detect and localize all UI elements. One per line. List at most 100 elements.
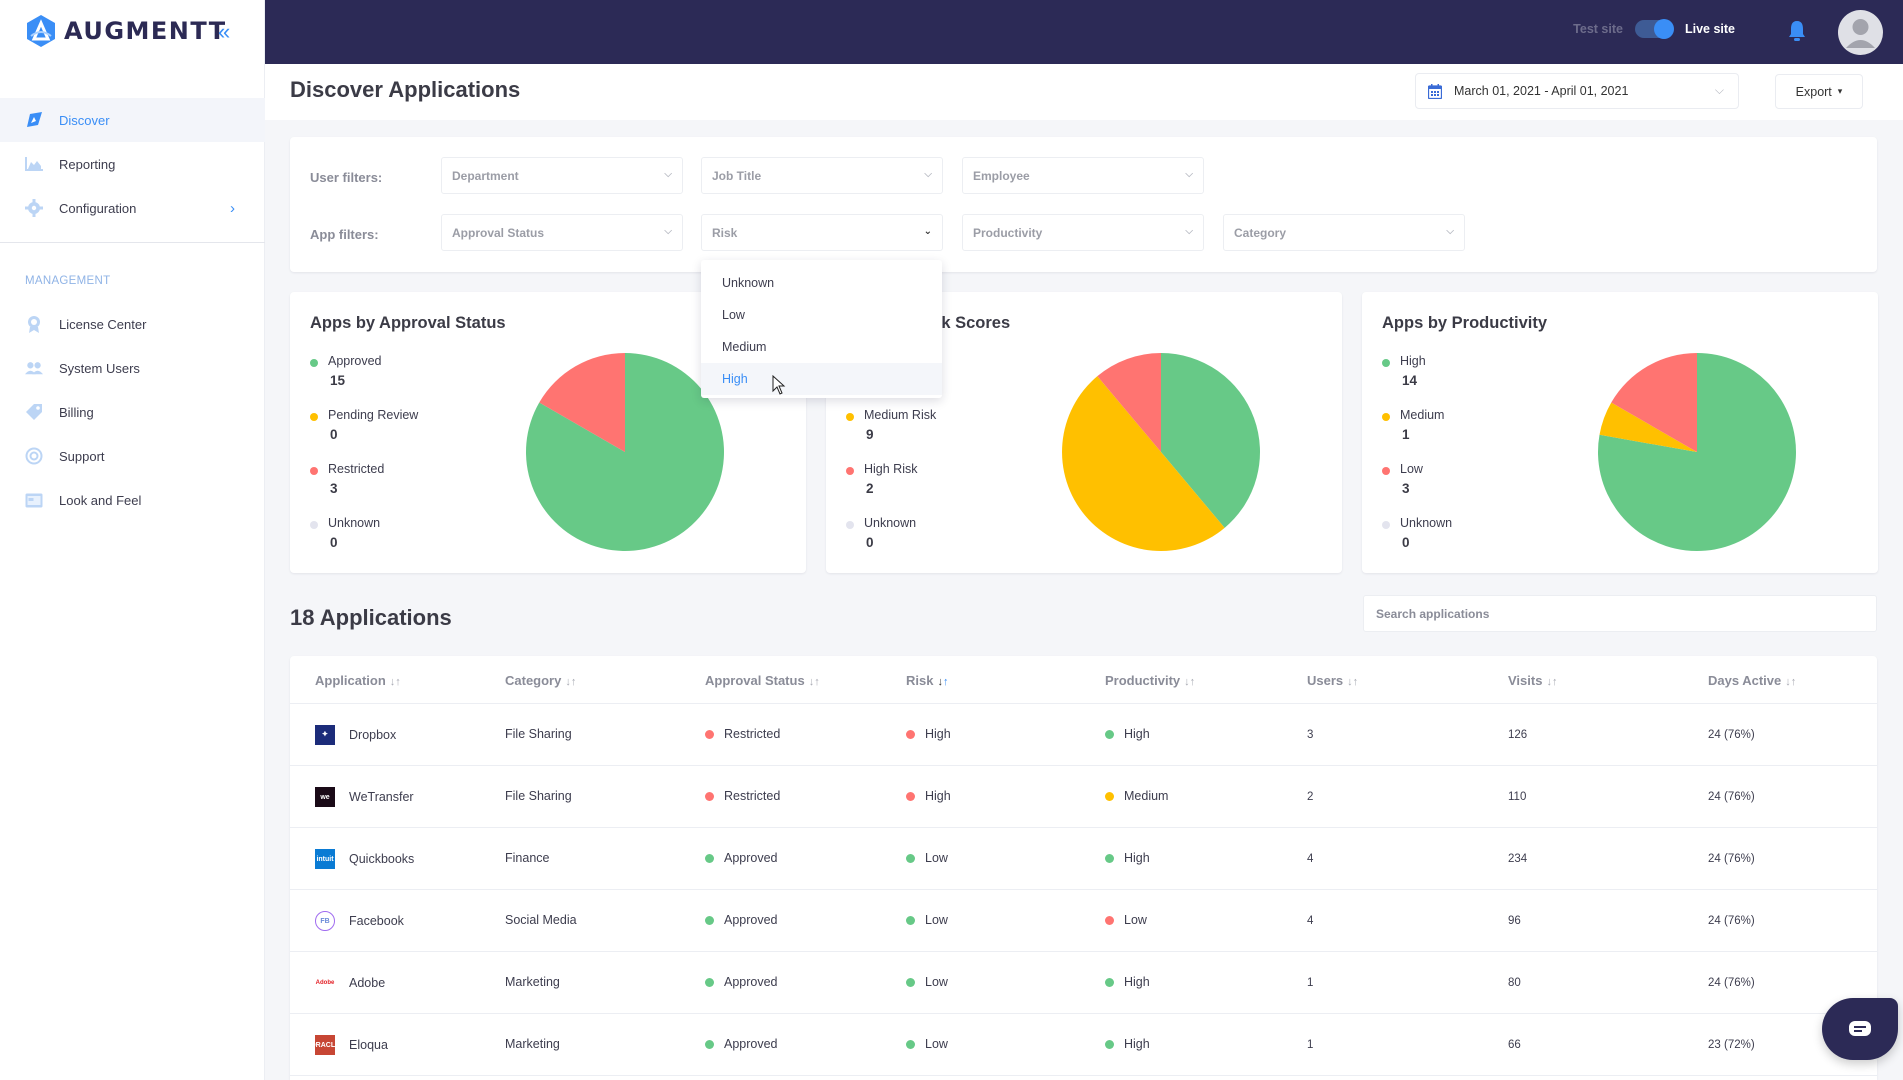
productivity-card: Apps by Productivity High 14 Medium 1 Low 3 Unk… xyxy=(1362,292,1878,573)
productivity-filter[interactable]: Productivity ⌵ xyxy=(962,214,1204,251)
app-name: Eloqua xyxy=(349,1038,388,1052)
sort-asc-icon[interactable]: ↑ xyxy=(814,676,820,688)
chevron-down-icon: ⌵ xyxy=(664,226,672,237)
table-row[interactable]: we WeTransfer File Sharing Restricted High Me… xyxy=(290,766,1877,828)
sidebar-item-system-users[interactable]: System Users xyxy=(0,346,265,390)
sidebar-item-license-center[interactable]: License Center xyxy=(0,302,265,346)
search-applications-input[interactable] xyxy=(1363,595,1877,632)
sidebar-item-label: Reporting xyxy=(59,156,116,172)
table-row[interactable]: ORACLE Eloqua Marketing Approved Low High 1 66 2… xyxy=(290,1014,1877,1076)
pie-chart xyxy=(1598,353,1796,551)
sort-asc-icon[interactable]: ↑ xyxy=(1190,676,1196,688)
sort-arrows-icon[interactable]: ↓↑ xyxy=(1184,676,1195,688)
sidebar-item-reporting[interactable]: Reporting xyxy=(0,142,265,186)
column-header-days-active[interactable]: Days Active ↓↑ xyxy=(1708,673,1796,688)
sort-asc-icon[interactable]: ↑ xyxy=(1791,676,1797,688)
approval-status-dot xyxy=(705,791,714,801)
sort-asc-icon[interactable]: ↑ xyxy=(1552,676,1558,688)
app-name: Quickbooks xyxy=(349,852,415,866)
column-header-productivity[interactable]: Productivity ↓↑ xyxy=(1105,673,1195,688)
sidebar-item-discover[interactable]: Discover xyxy=(0,98,265,142)
table-row[interactable]: FB Facebook Social Media Approved Low Low 4 96 2… xyxy=(290,890,1877,952)
risk-option-unknown[interactable]: Unknown xyxy=(701,267,942,299)
chat-button[interactable] xyxy=(1822,998,1898,1060)
chevron-down-icon: ⌄ xyxy=(923,226,932,237)
cell-risk: Low xyxy=(906,851,948,865)
column-header-approval-status[interactable]: Approval Status ↓↑ xyxy=(705,673,820,688)
brand-logo[interactable]: AUGMENTT xyxy=(24,14,227,48)
export-button[interactable]: Export ▾ xyxy=(1775,74,1863,109)
column-header-risk[interactable]: Risk ↓↑ xyxy=(906,673,948,688)
date-range-picker[interactable]: March 01, 2021 - April 01, 2021 ⌵ xyxy=(1415,73,1739,109)
sort-asc-icon[interactable]: ↑ xyxy=(943,676,949,688)
legend-dot xyxy=(1382,359,1390,367)
legend-value: 2 xyxy=(866,481,874,496)
legend-value: 0 xyxy=(1402,535,1410,550)
pie-chart xyxy=(1062,353,1260,551)
risk-option-high[interactable]: High xyxy=(701,363,942,395)
department-filter[interactable]: Department ⌵ xyxy=(441,157,683,194)
sort-asc-icon[interactable]: ↑ xyxy=(571,676,577,688)
legend-label: Medium xyxy=(1400,408,1445,422)
app-name: Dropbox xyxy=(349,728,397,742)
risk-option-low[interactable]: Low xyxy=(701,299,942,331)
table-row[interactable]: Adobe Adobe Marketing Approved Low High 1 80 24 … xyxy=(290,952,1877,1014)
cell-application: FB Facebook xyxy=(315,911,404,931)
notifications-button[interactable] xyxy=(1787,20,1807,42)
site-toggle: Test site Live site xyxy=(1573,19,1735,39)
table-row[interactable]: intuit Quickbooks Finance Approved Low High 4 2… xyxy=(290,828,1877,890)
adobe-logo-icon: Adobe xyxy=(315,973,335,993)
cell-risk: Low xyxy=(906,1037,948,1051)
live-site-switch[interactable] xyxy=(1634,19,1674,39)
sidebar-divider xyxy=(0,242,265,243)
column-header-users[interactable]: Users ↓↑ xyxy=(1307,673,1358,688)
sort-arrows-icon[interactable]: ↓↑ xyxy=(390,676,401,688)
users-value: 4 xyxy=(1307,853,1314,865)
users-value: 1 xyxy=(1307,977,1314,989)
filter-placeholder: Employee xyxy=(973,168,1030,183)
cell-category: File Sharing xyxy=(505,727,572,741)
visits-value: 80 xyxy=(1508,977,1521,989)
cell-category: Marketing xyxy=(505,975,560,989)
cell-users: 3 xyxy=(1307,729,1313,741)
cell-days-active: 23 (72%) xyxy=(1708,1039,1755,1051)
table-row[interactable]: ⯌ Dropbox File Sharing Restricted High High 3 1… xyxy=(290,704,1877,766)
sidebar-item-support[interactable]: Support xyxy=(0,434,265,478)
approval-status-dot xyxy=(705,977,714,987)
days-active-value: 24 (76%) xyxy=(1708,977,1755,989)
risk-text: Low xyxy=(925,851,948,865)
category-filter[interactable]: Category ⌵ xyxy=(1223,214,1465,251)
column-header-category[interactable]: Category ↓↑ xyxy=(505,673,576,688)
cell-application: ORACLE Eloqua xyxy=(310,1035,388,1055)
sort-asc-icon[interactable]: ↑ xyxy=(1353,676,1359,688)
approval-status-filter[interactable]: Approval Status ⌵ xyxy=(441,214,683,251)
risk-option-medium[interactable]: Medium xyxy=(701,331,942,363)
sort-asc-icon[interactable]: ↑ xyxy=(395,676,401,688)
cell-days-active: 24 (76%) xyxy=(1708,791,1755,803)
sort-arrows-icon[interactable]: ↓↑ xyxy=(1785,676,1796,688)
sort-arrows-icon[interactable]: ↓↑ xyxy=(1546,676,1557,688)
applications-count-title: 18 Applications xyxy=(290,605,452,630)
collapse-sidebar-button[interactable]: « xyxy=(218,20,238,44)
sidebar-item-look-and-feel[interactable]: Look and Feel xyxy=(0,478,265,522)
sort-arrows-icon[interactable]: ↓↑ xyxy=(809,676,820,688)
risk-filter[interactable]: Risk ⌄ xyxy=(701,214,943,251)
legend-value: 9 xyxy=(866,427,874,442)
column-header-visits[interactable]: Visits ↓↑ xyxy=(1508,673,1557,688)
legend-label: Pending Review xyxy=(328,408,419,422)
user-avatar[interactable] xyxy=(1838,10,1883,55)
users-value: 2 xyxy=(1307,791,1314,803)
risk-dot xyxy=(906,729,915,739)
legend-label: High Risk xyxy=(864,462,918,476)
sort-arrows-icon[interactable]: ↓↑ xyxy=(1347,676,1358,688)
column-header-application[interactable]: Application ↓↑ xyxy=(315,673,401,688)
badge-icon xyxy=(25,315,43,333)
sort-arrows-icon[interactable]: ↓↑ xyxy=(937,676,948,688)
employee-filter[interactable]: Employee ⌵ xyxy=(962,157,1204,194)
sidebar-item-billing[interactable]: Billing xyxy=(0,390,265,434)
sort-arrows-icon[interactable]: ↓↑ xyxy=(565,676,576,688)
job-title-filter[interactable]: Job Title ⌵ xyxy=(701,157,943,194)
legend-value: 3 xyxy=(1402,481,1410,496)
cell-productivity: High xyxy=(1105,851,1150,865)
sidebar-item-configuration[interactable]: Configuration › xyxy=(0,186,265,230)
